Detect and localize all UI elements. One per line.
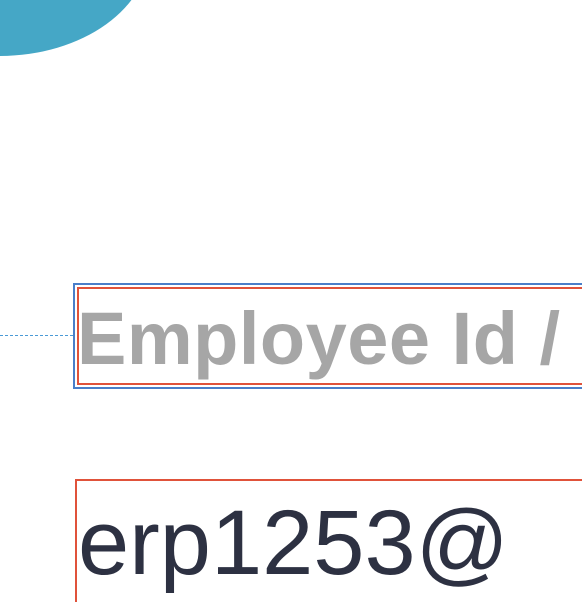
decorative-corner-shape [0,0,150,56]
employee-id-label: Employee Id / [77,297,561,380]
layout-guide-line [0,335,73,336]
login-screen: Employee Id / erp1253@ [0,0,582,602]
employee-id-input-value[interactable]: erp1253@ [78,487,509,599]
